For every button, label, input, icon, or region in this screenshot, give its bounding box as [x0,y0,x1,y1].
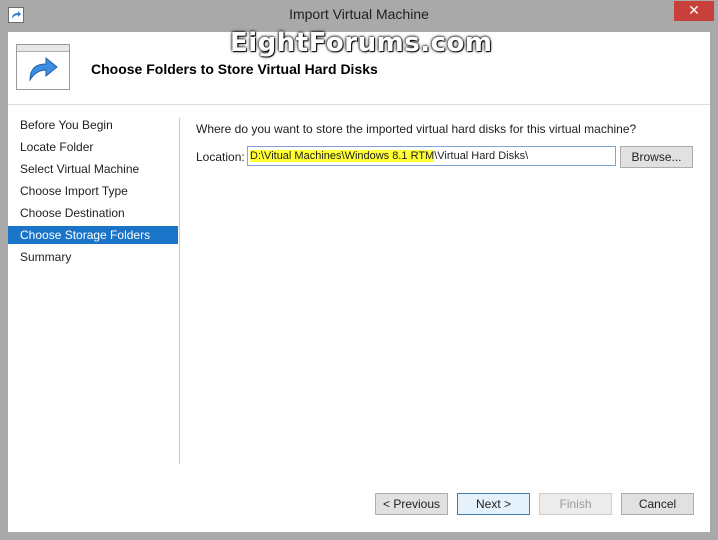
nav-item-choose-import-type[interactable]: Choose Import Type [8,182,178,200]
previous-button[interactable]: < Previous [375,493,448,515]
import-arrow-icon [16,44,70,90]
import-virtual-machine-window: Import Virtual Machine ✕ Choose Folders … [0,0,718,540]
window-title: Import Virtual Machine [289,6,429,22]
watermark-text: EightForums.com [230,28,493,58]
nav-divider [179,118,180,464]
location-highlighted-path: D:\Vitual Machines\Windows 8.1 RTM [250,150,435,162]
location-path-rest: \Virtual Hard Disks\ [434,150,529,162]
nav-item-summary[interactable]: Summary [8,248,178,266]
dialog-body: Choose Folders to Store Virtual Hard Dis… [8,28,710,532]
nav-item-select-virtual-machine[interactable]: Select Virtual Machine [8,160,178,178]
browse-button[interactable]: Browse... [620,146,693,168]
location-input[interactable]: D:\Vitual Machines\Windows 8.1 RTM\Virtu… [247,146,616,166]
nav-item-choose-destination[interactable]: Choose Destination [8,204,178,222]
nav-item-before-you-begin[interactable]: Before You Begin [8,116,178,134]
storage-question-text: Where do you want to store the imported … [196,122,637,136]
page-title: Choose Folders to Store Virtual Hard Dis… [91,61,378,77]
finish-button[interactable]: Finish [539,493,612,515]
location-label: Location: [196,150,245,164]
icon-window-bar [17,45,69,52]
cancel-button[interactable]: Cancel [621,493,694,515]
next-button[interactable]: Next > [457,493,530,515]
nav-item-choose-storage-folders[interactable]: Choose Storage Folders [8,226,178,244]
wizard-header: Choose Folders to Store Virtual Hard Dis… [8,28,710,105]
close-button[interactable]: ✕ [674,1,714,21]
nav-item-locate-folder[interactable]: Locate Folder [8,138,178,156]
